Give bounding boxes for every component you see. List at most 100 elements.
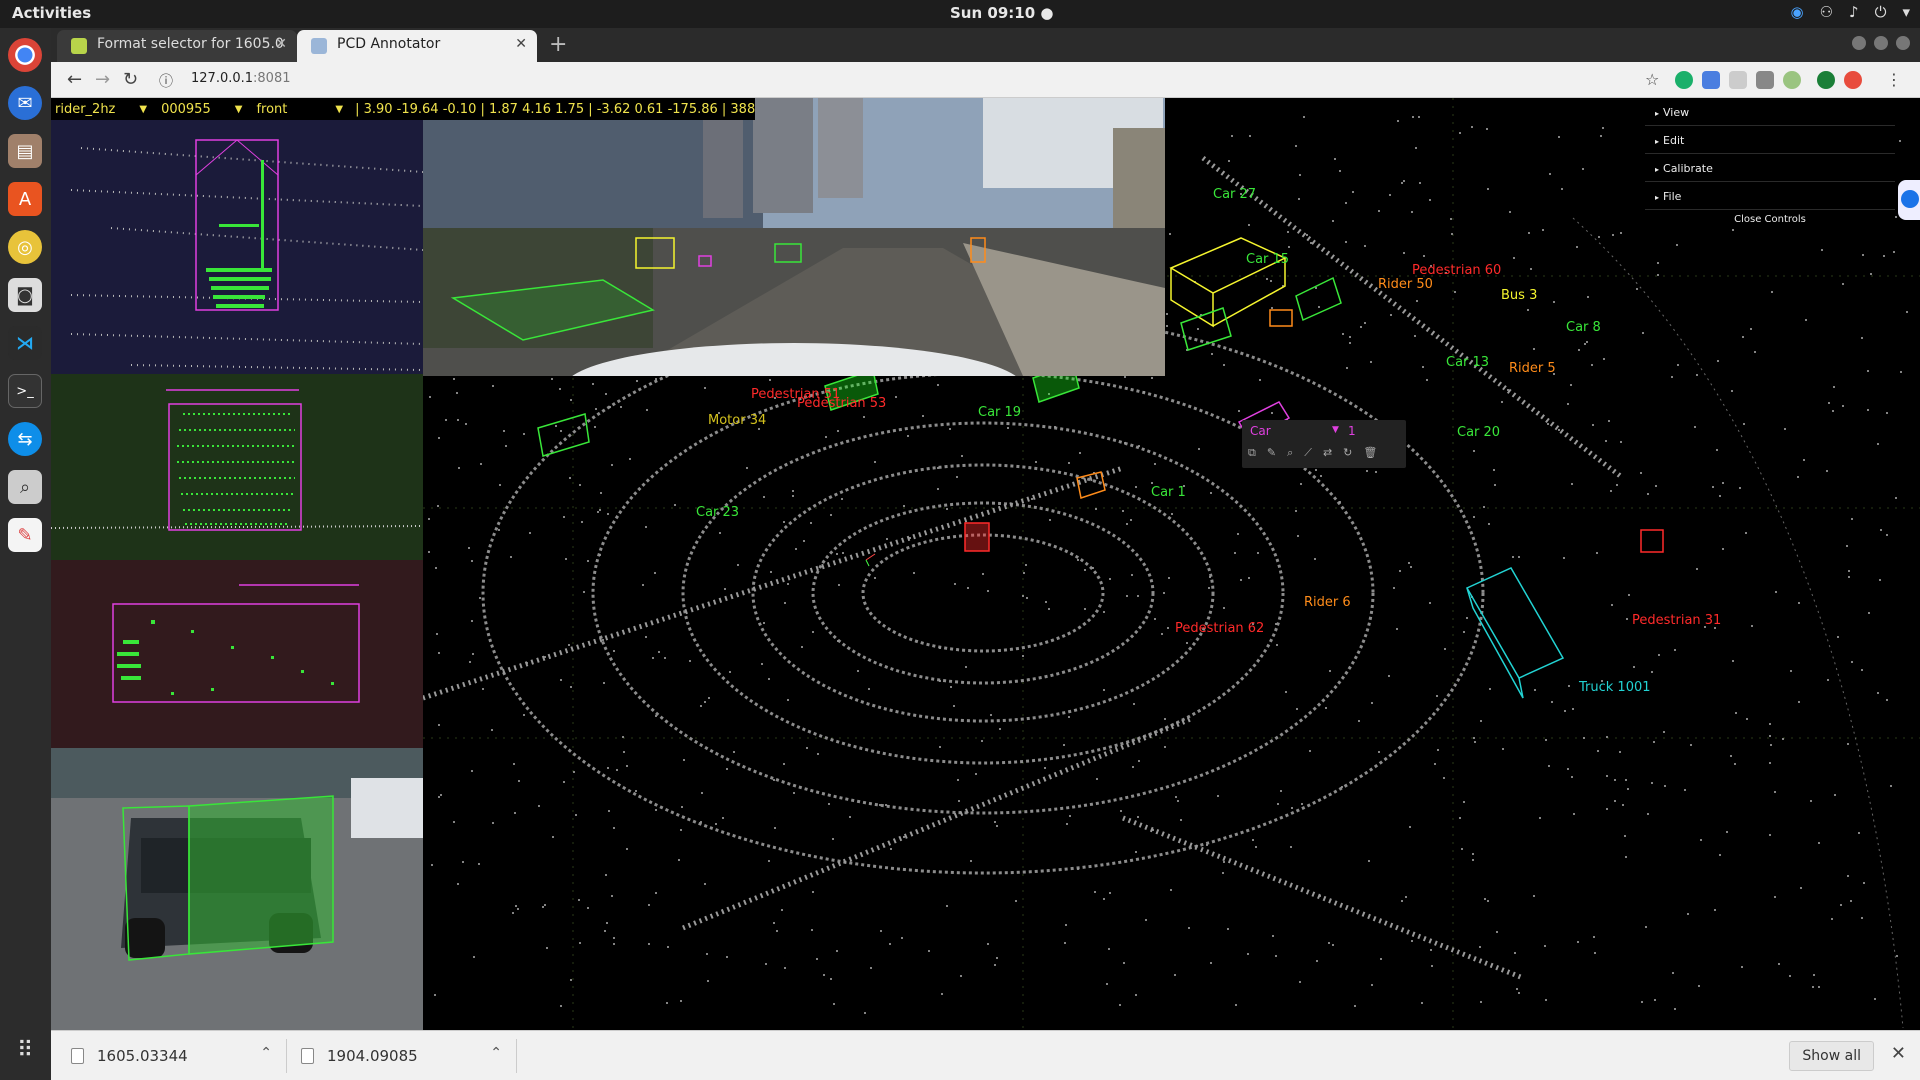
calibrate-folder[interactable]: ▸ Calibrate (1645, 154, 1895, 182)
close-window-button[interactable] (1896, 36, 1910, 50)
object-label[interactable]: Pedestrian 53 (797, 396, 886, 411)
maximize-button[interactable] (1874, 36, 1888, 50)
object-label[interactable]: Motor 34 (708, 413, 766, 428)
object-label[interactable]: Car 8 (1566, 320, 1601, 335)
front-view-bbox[interactable] (168, 403, 302, 531)
forward-icon[interactable]: → (95, 69, 110, 90)
object-label[interactable]: Pedestrian 60 (1412, 263, 1501, 278)
tab-format-selector[interactable]: Format selector for 1605.0 ✕ (57, 30, 297, 62)
close-controls-button[interactable]: Close Controls (1645, 214, 1895, 225)
object-type-select[interactable]: Car (1250, 424, 1271, 438)
bookmark-star-icon[interactable]: ☆ (1645, 70, 1659, 89)
delete-icon[interactable]: 🗑 (1363, 446, 1377, 460)
vscode-icon[interactable]: ⋊ (8, 326, 42, 360)
extension-green-icon[interactable] (1783, 71, 1801, 89)
front-camera-image[interactable] (423, 98, 1165, 376)
grammarly-icon[interactable] (1675, 71, 1693, 89)
object-label[interactable]: Car 20 (1457, 425, 1500, 440)
object-label[interactable]: Rider 5 (1509, 361, 1556, 376)
show-all-button[interactable]: Show all (1789, 1041, 1874, 1071)
pin-icon[interactable]: ✎ (1267, 446, 1276, 460)
text-editor-icon[interactable]: ✎ (8, 518, 42, 552)
copy-icon[interactable]: ⧉ (1248, 446, 1256, 460)
object-label[interactable]: Pedestrian 31 (1632, 613, 1721, 628)
tab-pcd-annotator[interactable]: PCD Annotator ✕ (297, 30, 537, 62)
close-icon[interactable]: ✕ (515, 36, 527, 52)
lidar-point (726, 768, 728, 770)
object-label[interactable]: Rider 6 (1304, 595, 1351, 610)
object-label[interactable]: Car 23 (696, 505, 739, 520)
bbox-car-13[interactable] (1180, 307, 1232, 351)
object-label[interactable]: Car 27 (1213, 187, 1256, 202)
object-label[interactable]: Pedestrian 62 (1175, 621, 1264, 636)
object-label[interactable]: Truck 1001 (1578, 680, 1651, 695)
object-camera-crop[interactable] (51, 748, 423, 1030)
object-label[interactable]: Bus 3 (1501, 288, 1537, 303)
object-camera-bbox[interactable] (188, 795, 334, 955)
terminal-icon[interactable]: >_ (8, 374, 42, 408)
top-view-panel[interactable] (51, 120, 423, 374)
teamviewer-tray-icon[interactable]: ◉ (1790, 3, 1803, 21)
object-label[interactable]: Car 15 (1246, 252, 1289, 267)
software-icon[interactable]: A (8, 182, 42, 216)
side-view-bbox[interactable] (112, 603, 360, 703)
flip-icon[interactable]: ⇄ (1323, 446, 1332, 460)
close-icon[interactable]: ✕ (1891, 1043, 1906, 1064)
track-id-input[interactable]: 1 (1348, 424, 1356, 438)
show-applications-icon[interactable]: ⠿ (10, 1038, 40, 1068)
menu-icon[interactable]: ⋮ (1886, 70, 1902, 89)
minimize-button[interactable] (1852, 36, 1866, 50)
extension-icon[interactable] (1756, 71, 1774, 89)
network-icon[interactable]: ⚇ (1820, 3, 1833, 21)
site-info-icon[interactable]: ⓘ (159, 71, 173, 91)
profile-avatar[interactable] (1817, 71, 1835, 89)
chrome-icon[interactable] (8, 38, 42, 72)
chevron-up-icon[interactable]: ⌃ (260, 1045, 272, 1061)
files-icon[interactable]: ▤ (8, 134, 42, 168)
download-item[interactable]: 1605.03344 ⌃ (57, 1039, 287, 1073)
clock[interactable]: Sun 09:10 ● (950, 4, 1053, 22)
scene-select[interactable]: rider_2hz ▼ (51, 102, 151, 117)
view-folder[interactable]: ▸ View (1645, 98, 1895, 126)
translate-icon[interactable] (1702, 71, 1720, 89)
object-label[interactable]: Rider 50 (1378, 277, 1433, 292)
download-item[interactable]: 1904.09085 ⌃ (287, 1039, 517, 1073)
side-view-panel[interactable] (51, 560, 423, 748)
chevron-down-icon[interactable]: ▾ (1902, 3, 1910, 21)
url-field[interactable]: 127.0.0.1:8081 (191, 71, 291, 86)
volume-icon[interactable]: ♪ (1849, 3, 1859, 21)
lidar-point (768, 860, 770, 862)
back-icon[interactable]: ← (67, 69, 82, 90)
object-label[interactable]: Car 13 (1446, 355, 1489, 370)
document-icon[interactable] (1729, 71, 1747, 89)
bbox-pedestrian-62[interactable] (964, 522, 990, 552)
zoom-icon[interactable]: ⌕ (1287, 446, 1293, 460)
thunderbird-icon[interactable]: ✉ (8, 86, 42, 120)
object-label[interactable]: Car 19 (978, 405, 1021, 420)
chevron-down-icon[interactable]: ▼ (1332, 425, 1339, 435)
frame-select[interactable]: 000955 ▼ (151, 102, 246, 117)
bbox-rider-5[interactable] (1269, 309, 1293, 327)
new-tab-button[interactable]: + (549, 32, 567, 57)
object-label[interactable]: Car 1 (1151, 485, 1186, 500)
bbox-pedestrian-31[interactable] (1640, 529, 1664, 553)
camera-icon[interactable]: ◙ (8, 278, 42, 312)
edit-folder[interactable]: ▸ Edit (1645, 126, 1895, 154)
teamviewer-icon[interactable]: ⇆ (8, 422, 42, 456)
activities-button[interactable]: Activities (12, 4, 91, 22)
reload-icon[interactable]: ↻ (123, 69, 138, 90)
bbox-car-23[interactable] (537, 413, 590, 457)
chevron-up-icon[interactable]: ⌃ (490, 1045, 502, 1061)
rhythmbox-icon[interactable]: ◎ (8, 230, 42, 264)
power-icon[interactable]: ⏻ (1875, 3, 1887, 21)
close-icon[interactable]: ✕ (275, 36, 287, 52)
reset-icon[interactable]: ↻ (1343, 446, 1352, 460)
screenshot-icon[interactable]: ⌕ (8, 470, 42, 504)
front-view-panel[interactable] (51, 374, 423, 560)
edit-icon[interactable]: ⟋ (1304, 446, 1312, 460)
file-folder[interactable]: ▸ File (1645, 182, 1895, 210)
teamviewer-badge[interactable] (1898, 180, 1920, 220)
camera-select[interactable]: front ▼ (246, 102, 347, 117)
extension-red-icon[interactable] (1844, 71, 1862, 89)
bbox-car-8[interactable] (1295, 276, 1342, 322)
